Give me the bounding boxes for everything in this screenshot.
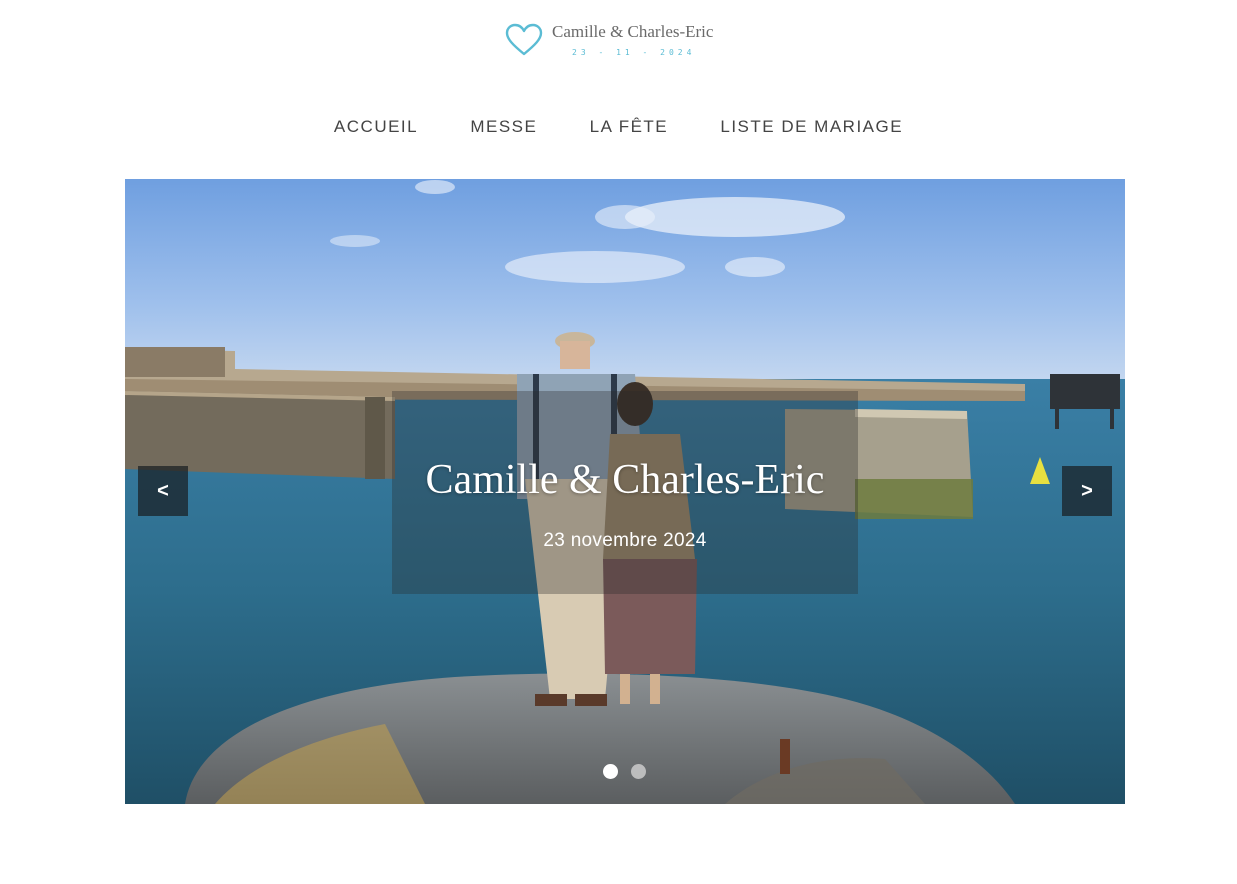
slide-subtitle: 23 novembre 2024 <box>543 530 707 551</box>
nav-item-messe[interactable]: MESSE <box>470 117 537 137</box>
logo-date: 23 - 11 - 2024 <box>572 48 696 57</box>
nav-item-la-fete[interactable]: LA FÊTE <box>590 117 669 137</box>
main-nav: ACCUEIL MESSE LA FÊTE LISTE DE MARIAGE <box>0 117 1237 137</box>
slide-indicator-2[interactable] <box>631 764 646 779</box>
nav-item-liste-de-mariage[interactable]: LISTE DE MARIAGE <box>720 117 903 137</box>
slide-indicators <box>603 764 646 779</box>
slide-title: Camille & Charles-Eric <box>425 457 825 503</box>
page: Camille & Charles-Eric 23 - 11 - 2024 AC… <box>0 0 1237 884</box>
heart-icon <box>505 23 543 56</box>
next-slide-button[interactable]: > <box>1062 466 1112 516</box>
site-logo[interactable]: Camille & Charles-Eric 23 - 11 - 2024 <box>505 20 745 64</box>
slide-indicator-1[interactable] <box>603 764 618 779</box>
logo-names: Camille & Charles-Eric <box>552 22 714 41</box>
previous-slide-button[interactable]: < <box>138 466 188 516</box>
slide-caption: Camille & Charles-Eric 23 novembre 2024 <box>392 391 858 594</box>
hero-slider: Camille & Charles-Eric 23 novembre 2024 … <box>125 179 1125 804</box>
nav-item-accueil[interactable]: ACCUEIL <box>334 117 418 137</box>
